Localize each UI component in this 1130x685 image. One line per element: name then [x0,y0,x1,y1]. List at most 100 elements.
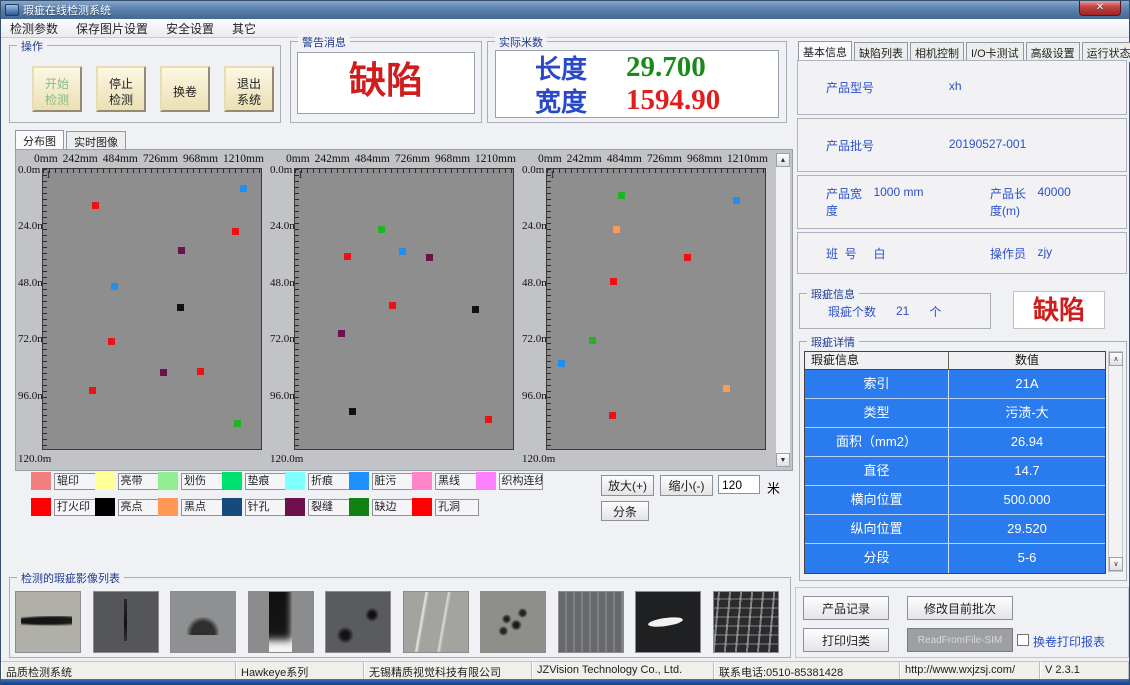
meter-range-input[interactable] [718,475,760,494]
legend-swatch [349,472,369,490]
detail-scroll-down-icon[interactable]: ∨ [1109,557,1123,571]
defect-thumbnail-6[interactable] [403,591,469,653]
defect-point[interactable] [618,192,625,199]
defect-point[interactable] [610,278,617,285]
modify-batch-button[interactable]: 修改目前批次 [907,596,1013,620]
defect-point[interactable] [472,306,479,313]
legend-swatch [476,472,496,490]
menu-bar: 检测参数保存图片设置安全设置其它 [1,19,1129,38]
menu-item-保存图片设置[interactable]: 保存图片设置 [67,19,157,38]
status-segment-1: 品质检测系统 [1,662,236,679]
menu-item-检测参数[interactable]: 检测参数 [1,19,67,38]
detail-row-分段[interactable]: 分段5-6 [805,544,1105,573]
detail-scroll-up-icon[interactable]: ∧ [1109,352,1123,366]
defect-point[interactable] [558,360,565,367]
defect-point[interactable] [234,420,241,427]
detail-row-横向位置[interactable]: 横向位置500.000 [805,486,1105,515]
op-button-2[interactable]: 停止 检测 [96,66,146,112]
defect-point[interactable] [426,254,433,261]
tab-I/O卡测试[interactable]: I/O卡测试 [966,42,1024,62]
y-tick-label: 96.0m [18,390,42,402]
defect-thumbnail-8[interactable] [558,591,624,653]
defect-point[interactable] [177,304,184,311]
product-width-value: 1000 mm [873,185,923,219]
operator-value: zjy [1037,245,1052,262]
detail-row-面积（mm2）[interactable]: 面积（mm2）26.94 [805,428,1105,457]
tab-高级设置[interactable]: 高级设置 [1026,42,1080,62]
defect-point[interactable] [197,368,204,375]
defect-point[interactable] [723,385,730,392]
distribution-plot-region: 0mm242mm484mm726mm968mm1210mm0.0m24.0m48… [15,149,793,471]
detail-row-类型[interactable]: 类型污渍-大 [805,399,1105,428]
legend-label: 划伤 [181,473,225,490]
detail-row-索引[interactable]: 索引21A [805,370,1105,399]
defect-point[interactable] [399,248,406,255]
defect-thumbnail-3[interactable] [170,591,236,653]
tab-分布图[interactable]: 分布图 [15,130,64,151]
defect-point[interactable] [733,197,740,204]
legend-swatch [412,498,432,516]
close-button[interactable]: ✕ [1079,1,1121,16]
tab-运行状态信息[interactable]: 运行状态信息 [1082,42,1130,62]
detail-table-scrollbar[interactable]: ∧ ∨ [1108,351,1123,572]
defect-thumbnail-10[interactable] [713,591,779,653]
defect-point[interactable] [613,226,620,233]
product-record-button[interactable]: 产品记录 [803,596,889,620]
x-tick-label: 968mm [183,153,218,166]
tab-相机控制[interactable]: 相机控制 [910,42,964,62]
defect-point[interactable] [338,330,345,337]
detail-row-value: 污渍-大 [949,399,1105,427]
defect-point[interactable] [160,369,167,376]
defect-thumbnail-5[interactable] [325,591,391,653]
defect-detail-table[interactable]: 瑕疵信息 数值 索引21A类型污渍-大面积（mm2）26.94直径14.7横向位… [804,351,1106,574]
plot-vertical-scrollbar[interactable]: ▲ ▼ [775,152,791,468]
detail-row-label: 类型 [805,399,949,427]
title-bar[interactable]: 瑕疵在线检测系统 ✕ [1,1,1129,19]
defect-point[interactable] [349,408,356,415]
legend-item-脏污: 脏污 [349,472,416,490]
defect-point[interactable] [378,226,385,233]
tab-缺陷列表[interactable]: 缺陷列表 [854,42,908,62]
defect-thumbnail-1[interactable] [15,591,81,653]
y-tick-label: 72.0m [270,333,294,345]
report-checkbox[interactable] [1017,634,1029,646]
defect-thumbnail-4[interactable] [248,591,314,653]
scroll-up-icon[interactable]: ▲ [776,153,790,167]
tab-实时图像[interactable]: 实时图像 [66,131,126,151]
menu-item-其它[interactable]: 其它 [223,19,265,38]
legend-swatch [158,498,178,516]
detail-row-直径[interactable]: 直径14.7 [805,457,1105,486]
width-value: 1594.90 [626,84,720,117]
defect-point[interactable] [344,253,351,260]
menu-item-安全设置[interactable]: 安全设置 [157,19,223,38]
scatter-plot-panel-2: 0mm242mm484mm726mm968mm1210mm0.0m24.0m48… [270,152,520,468]
defect-point[interactable] [232,228,239,235]
defect-point[interactable] [589,337,596,344]
print-sort-button[interactable]: 打印归类 [803,628,889,652]
defect-point[interactable] [108,338,115,345]
defect-point[interactable] [178,247,185,254]
detail-row-纵向位置[interactable]: 纵向位置29.520 [805,515,1105,544]
x-axis-labels: 0mm242mm484mm726mm968mm1210mm [286,153,516,166]
scroll-down-icon[interactable]: ▼ [776,453,790,467]
defect-point[interactable] [485,416,492,423]
op-button-1[interactable]: 开始 检测 [32,66,82,112]
defect-point[interactable] [389,302,396,309]
defect-thumbnail-2[interactable] [93,591,159,653]
split-button[interactable]: 分条 [601,501,649,521]
op-button-3[interactable]: 换卷 [160,66,210,112]
op-button-4[interactable]: 退出 系统 [224,66,274,112]
defect-point[interactable] [89,387,96,394]
zoom-in-button[interactable]: 放大(+) [601,475,654,496]
defect-point[interactable] [92,202,99,209]
tab-基本信息[interactable]: 基本信息 [798,41,852,61]
defect-point[interactable] [111,283,118,290]
defect-thumbnail-9[interactable] [635,591,701,653]
zoom-out-button[interactable]: 缩小(-) [660,475,713,496]
defect-thumbnail-7[interactable] [480,591,546,653]
warning-box: 缺陷 [297,52,475,114]
legend-item-裂缝: 裂缝 [285,498,352,516]
defect-point[interactable] [684,254,691,261]
defect-point[interactable] [240,185,247,192]
defect-point[interactable] [609,412,616,419]
